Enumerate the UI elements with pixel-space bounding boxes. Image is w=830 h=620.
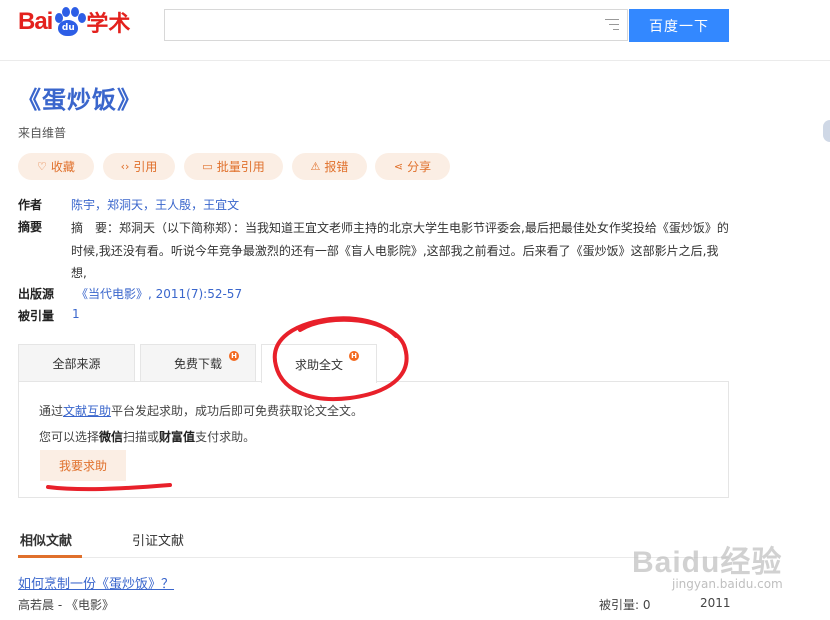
code-icon: ‹›	[120, 160, 130, 173]
warning-icon: ⚠	[310, 160, 321, 173]
batch-cite-button[interactable]: ▭ 批量引用	[184, 153, 283, 180]
tab-request-fulltext[interactable]: 求助全文 H	[261, 344, 377, 383]
author-link[interactable]: 郑洞天	[107, 198, 143, 212]
baidu-jingyan-watermark: Baidu经验 jingyan.baidu.com	[632, 537, 783, 591]
watermark-main: Baidu经验	[632, 546, 783, 579]
help-intro-line: 通过文献互助平台发起求助，成功后即可免费获取论文全文。	[39, 404, 364, 418]
tab-citing-literature[interactable]: 引证文献	[132, 530, 184, 549]
source-note: 来自维普	[18, 126, 67, 140]
share-label: 分享	[407, 160, 432, 174]
author-link[interactable]: 王人殷	[155, 198, 191, 212]
filter-icon[interactable]	[605, 19, 619, 31]
logo-xueshu-text: 学术	[86, 12, 131, 37]
header-divider	[0, 60, 830, 61]
logo-bai-text: Bai	[18, 8, 53, 35]
author-link[interactable]: 陈宇	[71, 198, 95, 212]
tab-similar-literature[interactable]: 相似文献	[20, 530, 72, 549]
report-error-label: 报错	[324, 160, 349, 174]
related-divider	[18, 557, 729, 558]
abstract-label: 摘要	[18, 220, 43, 234]
logo-du-text: du	[58, 20, 79, 36]
batch-cite-label: 批量引用	[216, 160, 265, 174]
tab-label: 全部来源	[52, 356, 101, 371]
baidu-xueshu-logo[interactable]: Bai du 学术	[18, 2, 130, 42]
search-input[interactable]	[171, 14, 595, 38]
watermark-sub: jingyan.baidu.com	[672, 577, 783, 591]
paw-icon: du	[53, 7, 87, 37]
search-button[interactable]: 百度一下	[629, 9, 729, 42]
request-help-button[interactable]: 我要求助	[40, 450, 126, 481]
feedback-side-button[interactable]	[823, 120, 830, 142]
mutual-help-link[interactable]: 文献互助	[63, 404, 111, 418]
favorite-button[interactable]: ♡ 收藏	[18, 153, 94, 180]
cite-label: 引用	[133, 160, 158, 174]
tab-all-sources[interactable]: 全部来源	[18, 344, 135, 381]
publisher-label: 出版源	[18, 287, 55, 301]
tab-label: 免费下载	[173, 356, 222, 371]
folder-icon: ▭	[202, 160, 213, 173]
hot-badge: H	[229, 351, 239, 361]
help-payment-line: 您可以选择微信扫描或财富值支付求助。	[39, 430, 256, 444]
publisher-link[interactable]: 《当代电影》, 2011(7):52-57	[76, 285, 242, 302]
cited-count-link[interactable]: 1	[72, 307, 80, 321]
author-link[interactable]: 王宜文	[203, 198, 239, 212]
share-icon: ⋖	[393, 160, 404, 173]
tab-free-download[interactable]: 免费下载 H	[140, 344, 256, 381]
cite-button[interactable]: ‹› 引用	[103, 153, 175, 180]
active-tab-indicator	[18, 555, 82, 558]
result-year: 2011	[700, 596, 731, 610]
share-button[interactable]: ⋖ 分享	[375, 153, 450, 180]
search-box	[164, 9, 628, 41]
result-title-link[interactable]: 如何烹制一份《蛋炒饭》？	[18, 573, 174, 592]
result-meta: 高若晨 - 《电影》	[18, 598, 114, 612]
author-list: 陈宇，郑洞天，王人殷，王宜文	[71, 198, 240, 212]
favorite-label: 收藏	[50, 160, 75, 174]
author-label: 作者	[18, 198, 43, 212]
abstract-text: 摘 要：郑洞天（以下简称郑）：当我知道王宜文老师主持的北京大学生电影节评委会,最…	[71, 221, 729, 280]
cited-label: 被引量	[18, 309, 55, 323]
result-cited-count: 被引量: 0	[599, 598, 651, 612]
paper-title: 《蛋炒饭》	[17, 86, 142, 114]
heart-icon: ♡	[37, 160, 47, 173]
hot-badge: H	[349, 351, 359, 361]
report-error-button[interactable]: ⚠ 报错	[292, 153, 367, 180]
tab-label: 求助全文	[294, 357, 343, 372]
